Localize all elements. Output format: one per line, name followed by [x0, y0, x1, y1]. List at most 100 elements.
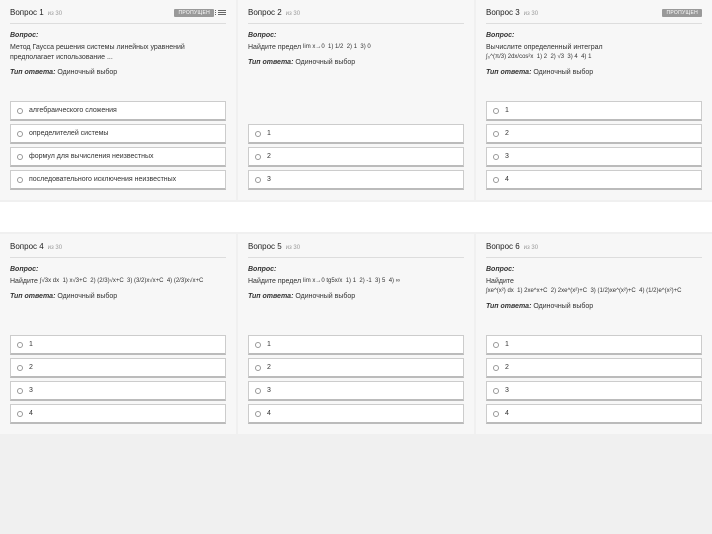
radio-icon: [493, 154, 499, 160]
options-list: алгебраического сложения определителей с…: [10, 101, 226, 190]
options-list: 1 2 3 4: [486, 101, 702, 190]
option[interactable]: 3: [248, 381, 464, 401]
option[interactable]: 2: [486, 124, 702, 144]
radio-icon: [493, 388, 499, 394]
question-text: Вычислите определенный интеграл ∫₀^(π/3)…: [486, 43, 702, 63]
question-of: из 30: [524, 245, 538, 251]
math-expression: ∫₀^(π/3) 2dx/cos²x 1) 2 2) √3 3) 4 4) 1: [486, 54, 591, 60]
option[interactable]: 4: [248, 404, 464, 424]
radio-icon: [255, 411, 261, 417]
radio-icon: [17, 388, 23, 394]
option[interactable]: 1: [10, 335, 226, 355]
question-label: Вопрос:: [486, 32, 702, 39]
question-of: из 30: [286, 11, 300, 17]
radio-icon: [493, 131, 499, 137]
question-text: Метод Гаусса решения системы линейных ур…: [10, 43, 226, 63]
card-header: Вопрос 6 из 30: [486, 242, 702, 258]
question-text: Найдите ∫xe^(x²) dx 1) 2xe^x+C 2) 2xe^(x…: [486, 277, 702, 297]
options-list: 1 2 3: [248, 124, 464, 190]
option[interactable]: формул для вычисления неизвестных: [10, 147, 226, 167]
option[interactable]: определителей системы: [10, 124, 226, 144]
question-of: из 30: [48, 245, 62, 251]
option[interactable]: 1: [486, 335, 702, 355]
card-header: Вопрос 5 из 30: [248, 242, 464, 258]
question-card-5: Вопрос 5 из 30 Вопрос: Найдите предел li…: [238, 234, 474, 434]
question-card-6: Вопрос 6 из 30 Вопрос: Найдите ∫xe^(x²) …: [476, 234, 712, 434]
answer-type: Тип ответа: Одиночный выбор: [10, 69, 226, 76]
radio-icon: [493, 365, 499, 371]
question-text: Найдите предел lim x→0 tg5x/x 1) 1 2) -1…: [248, 277, 464, 287]
row-gap: [0, 202, 712, 232]
question-card-2: Вопрос 2 из 30 Вопрос: Найдите предел li…: [238, 0, 474, 200]
question-number: Вопрос 5: [248, 242, 282, 251]
radio-icon: [493, 177, 499, 183]
option[interactable]: 2: [248, 147, 464, 167]
list-icon[interactable]: [218, 10, 226, 15]
question-number: Вопрос 6: [486, 242, 520, 251]
radio-icon: [17, 365, 23, 371]
options-list: 1 2 3 4: [486, 335, 702, 424]
question-grid: Вопрос 1 из 30 ПРОПУЩЕН Вопрос: Метод Га…: [0, 0, 712, 434]
option[interactable]: 3: [248, 170, 464, 190]
card-header: Вопрос 1 из 30 ПРОПУЩЕН: [10, 8, 226, 24]
question-number: Вопрос 4: [10, 242, 44, 251]
radio-icon: [17, 411, 23, 417]
option[interactable]: последовательного исключения неизвестных: [10, 170, 226, 190]
question-number: Вопрос 2: [248, 8, 282, 17]
card-header: Вопрос 3 из 30 ПРОПУЩЕН: [486, 8, 702, 24]
question-of: из 30: [286, 245, 300, 251]
option[interactable]: 4: [486, 170, 702, 190]
answer-type: Тип ответа: Одиночный выбор: [486, 303, 702, 310]
radio-icon: [493, 108, 499, 114]
options-list: 1 2 3 4: [248, 335, 464, 424]
option[interactable]: 4: [10, 404, 226, 424]
radio-icon: [17, 154, 23, 160]
radio-icon: [17, 177, 23, 183]
math-expression: ∫xe^(x²) dx 1) 2xe^x+C 2) 2xe^(x²)+C 3) …: [486, 288, 681, 294]
skipped-badge: ПРОПУЩЕН: [174, 9, 214, 17]
option[interactable]: 4: [486, 404, 702, 424]
radio-icon: [255, 177, 261, 183]
option[interactable]: алгебраического сложения: [10, 101, 226, 121]
option[interactable]: 2: [10, 358, 226, 378]
question-number: Вопрос 3: [486, 8, 520, 17]
radio-icon: [493, 411, 499, 417]
answer-type: Тип ответа: Одиночный выбор: [248, 293, 464, 300]
question-label: Вопрос:: [248, 266, 464, 273]
question-label: Вопрос:: [10, 32, 226, 39]
math-expression: lim x→0 tg5x/x 1) 1 2) -1 3) 5 4) ∞: [303, 278, 400, 284]
radio-icon: [255, 342, 261, 348]
option[interactable]: 2: [248, 358, 464, 378]
option[interactable]: 1: [486, 101, 702, 121]
radio-icon: [255, 131, 261, 137]
card-header: Вопрос 2 из 30: [248, 8, 464, 24]
option[interactable]: 1: [248, 124, 464, 144]
option[interactable]: 2: [486, 358, 702, 378]
radio-icon: [17, 342, 23, 348]
question-label: Вопрос:: [486, 266, 702, 273]
option[interactable]: 3: [10, 381, 226, 401]
options-list: 1 2 3 4: [10, 335, 226, 424]
question-number: Вопрос 1: [10, 8, 44, 17]
radio-icon: [17, 131, 23, 137]
math-expression: lim x→0 1) 1/2 2) 1 3) 0: [303, 44, 371, 50]
question-label: Вопрос:: [248, 32, 464, 39]
question-text: Найдите предел lim x→0 1) 1/2 2) 1 3) 0: [248, 43, 464, 53]
radio-icon: [255, 365, 261, 371]
radio-icon: [255, 154, 261, 160]
question-card-3: Вопрос 3 из 30 ПРОПУЩЕН Вопрос: Вычислит…: [476, 0, 712, 200]
answer-type: Тип ответа: Одиночный выбор: [10, 293, 226, 300]
question-of: из 30: [48, 11, 62, 17]
question-card-4: Вопрос 4 из 30 Вопрос: Найдите ∫√3x dx 1…: [0, 234, 236, 434]
answer-type: Тип ответа: Одиночный выбор: [248, 59, 464, 66]
radio-icon: [493, 342, 499, 348]
option[interactable]: 1: [248, 335, 464, 355]
skipped-badge: ПРОПУЩЕН: [662, 9, 702, 17]
question-of: из 30: [524, 11, 538, 17]
answer-type: Тип ответа: Одиночный выбор: [486, 69, 702, 76]
card-header: Вопрос 4 из 30: [10, 242, 226, 258]
option[interactable]: 3: [486, 381, 702, 401]
option[interactable]: 3: [486, 147, 702, 167]
question-text: Найдите ∫√3x dx 1) x√3+C 2) (2/3)√x+C 3)…: [10, 277, 226, 287]
question-label: Вопрос:: [10, 266, 226, 273]
